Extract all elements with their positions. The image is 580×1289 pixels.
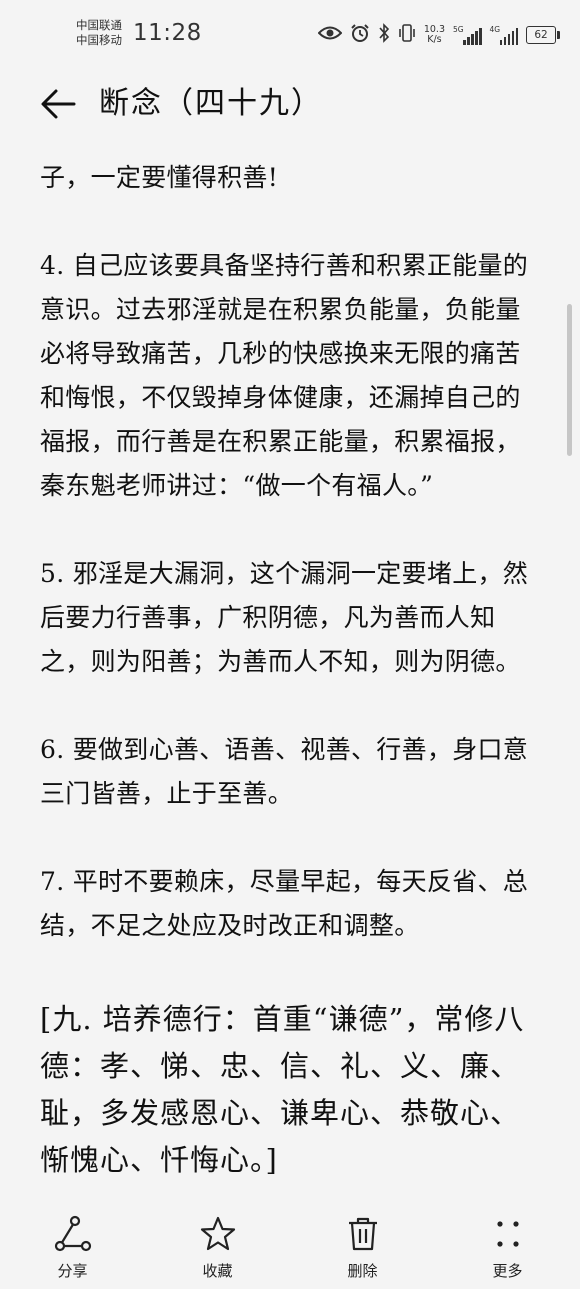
- carrier-1: 中国联通: [76, 18, 122, 32]
- article-body: 子，一定要懂得积善! 4. 自己应该要具备坚持行善和积累正能量的意识。过去邪淫就…: [40, 156, 540, 1184]
- status-bar: 中国联通 中国移动 11:28 10.3 K/s 5G 4G 62: [0, 0, 580, 62]
- carrier-names: 中国联通 中国移动: [76, 18, 122, 48]
- trash-icon: [348, 1217, 377, 1251]
- clock: 11:28: [133, 20, 202, 46]
- more-dots-icon: [496, 1221, 519, 1247]
- signal-1-label: 5G: [453, 25, 464, 34]
- more-button[interactable]: 更多: [435, 1200, 580, 1289]
- back-button[interactable]: [40, 86, 76, 122]
- share-label: 分享: [57, 1262, 88, 1280]
- star-icon: [200, 1216, 235, 1251]
- arrow-left-icon: [41, 89, 76, 119]
- alarm-icon: [350, 23, 370, 47]
- paragraph-5: 5. 邪淫是大漏洞，这个漏洞一定要堵上，然后要力行善事，广积阴德，凡为善而人知之…: [40, 559, 529, 676]
- app-header: 断念（四十九）: [0, 78, 580, 134]
- favorite-label: 收藏: [202, 1262, 233, 1280]
- more-label: 更多: [492, 1262, 523, 1280]
- paragraph-4: 4. 自己应该要具备坚持行善和积累正能量的意识。过去邪淫就是在积累负能量，负能量…: [40, 251, 529, 500]
- net-speed-unit: K/s: [427, 34, 442, 45]
- delete-label: 删除: [347, 1262, 378, 1280]
- signal-2: 4G: [489, 25, 518, 45]
- signal-2-label: 4G: [489, 25, 501, 34]
- carrier-2: 中国移动: [76, 33, 122, 47]
- favorite-button[interactable]: 收藏: [145, 1200, 290, 1289]
- status-icons: 10.3 K/s 5G 4G 62: [317, 20, 560, 50]
- eye-icon: [317, 25, 343, 45]
- delete-button[interactable]: 删除: [290, 1200, 435, 1289]
- page-title: 断念（四十九）: [99, 86, 323, 121]
- net-speed: 10.3 K/s: [424, 25, 445, 45]
- paragraph-0: 子，一定要懂得积善!: [40, 163, 279, 192]
- paragraph-6: 6. 要做到心善、语善、视善、行善，身口意三门皆善，止于至善。: [40, 735, 529, 808]
- battery-indicator: 62: [526, 26, 560, 44]
- signal-1: 5G: [453, 25, 482, 45]
- scrollbar[interactable]: [567, 304, 572, 456]
- paragraph-9-section: [九. 培养德行：首重“谦德”，常修八德：孝、悌、忠、信、礼、义、廉、耻，多发感…: [40, 1002, 525, 1177]
- bluetooth-icon: [378, 23, 390, 47]
- share-icon: [54, 1215, 91, 1252]
- paragraph-7: 7. 平时不要赖床，尽量早起，每天反省、总结，不足之处应及时改正和调整。: [40, 867, 529, 940]
- bottom-toolbar: 分享 收藏 删除 更多: [0, 1200, 580, 1289]
- share-button[interactable]: 分享: [0, 1200, 145, 1289]
- vibrate-icon: [398, 23, 416, 47]
